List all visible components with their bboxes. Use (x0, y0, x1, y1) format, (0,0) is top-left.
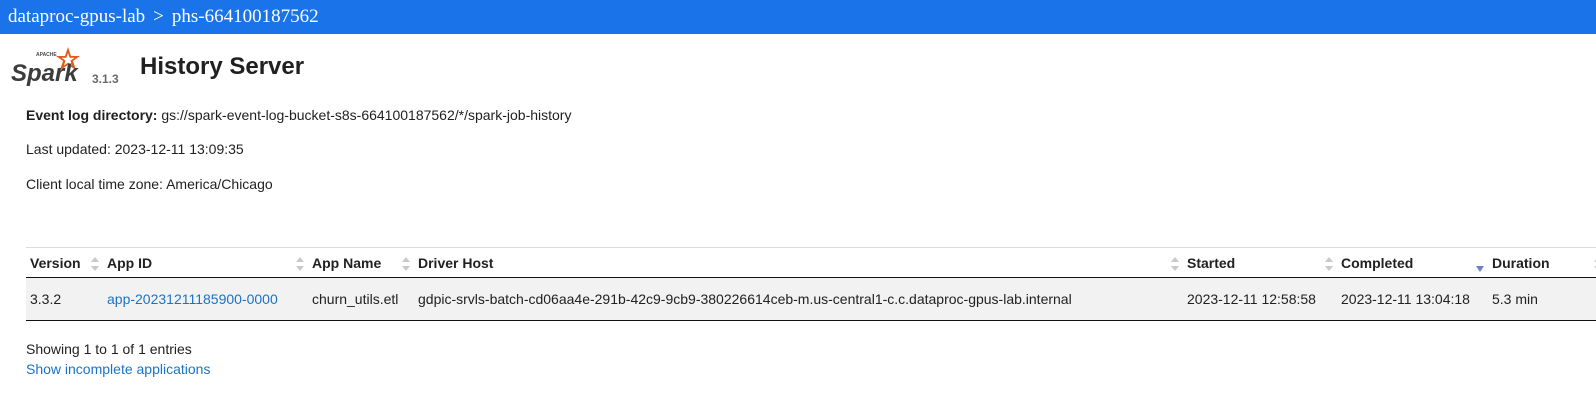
event-log-value: gs://spark-event-log-bucket-s8s-66410018… (161, 107, 572, 123)
column-header-app-id[interactable]: App ID (103, 247, 308, 278)
app-id-link[interactable]: app-20231211185900-0000 (107, 291, 278, 307)
cell-started: 2023-12-11 12:58:58 (1183, 277, 1337, 321)
cell-app-name: churn_utils.etl (308, 277, 414, 321)
table-header-row: Version App ID App Name Driver Host Star… (26, 247, 1596, 278)
cell-completed: 2023-12-11 13:04:18 (1337, 277, 1488, 321)
breadcrumb-separator: > (153, 6, 164, 27)
column-header-started[interactable]: Started (1183, 247, 1337, 278)
entries-count: Showing 1 to 1 of 1 entries (26, 341, 192, 357)
cell-version: 3.3.2 (26, 277, 103, 321)
breadcrumb-project[interactable]: dataproc-gpus-lab (8, 6, 145, 28)
logo-spark-text: Spark (11, 60, 79, 87)
column-header-driver-host[interactable]: Driver Host (414, 247, 1183, 278)
table-row: 3.3.2 app-20231211185900-0000 churn_util… (26, 277, 1596, 321)
sort-icon (296, 257, 304, 271)
cell-duration: 5.3 min (1488, 277, 1596, 321)
sort-icon (402, 257, 410, 271)
sort-icon (91, 257, 99, 271)
column-header-version[interactable]: Version (26, 247, 103, 278)
page-title: History Server (140, 53, 305, 80)
column-header-completed[interactable]: Completed (1337, 247, 1488, 278)
breadcrumb-server[interactable]: phs-664100187562 (172, 6, 319, 28)
column-header-app-name[interactable]: App Name (308, 247, 414, 278)
top-breadcrumb-bar: dataproc-gpus-lab > phs-664100187562 (0, 0, 1596, 34)
sort-icon (1325, 257, 1333, 271)
spark-version: 3.1.3 (92, 72, 119, 86)
column-header-duration[interactable]: Duration (1488, 247, 1596, 278)
show-incomplete-link[interactable]: Show incomplete applications (26, 361, 210, 377)
applications-table: Version App ID App Name Driver Host Star… (26, 247, 1596, 321)
spark-logo-icon[interactable]: APACHE Spark (10, 45, 90, 87)
event-log-directory: Event log directory: gs://spark-event-lo… (26, 107, 571, 123)
logo-apache-text: APACHE (36, 52, 57, 58)
sort-descending-icon (1476, 266, 1484, 272)
last-updated: Last updated: 2023-12-11 13:09:35 (26, 141, 244, 157)
cell-driver-host: gdpic-srvls-batch-cd06aa4e-291b-42c9-9cb… (414, 277, 1183, 321)
event-log-label: Event log directory: (26, 107, 158, 123)
cell-app-id: app-20231211185900-0000 (103, 277, 308, 321)
client-timezone: Client local time zone: America/Chicago (26, 176, 273, 192)
sort-icon (1171, 257, 1179, 271)
